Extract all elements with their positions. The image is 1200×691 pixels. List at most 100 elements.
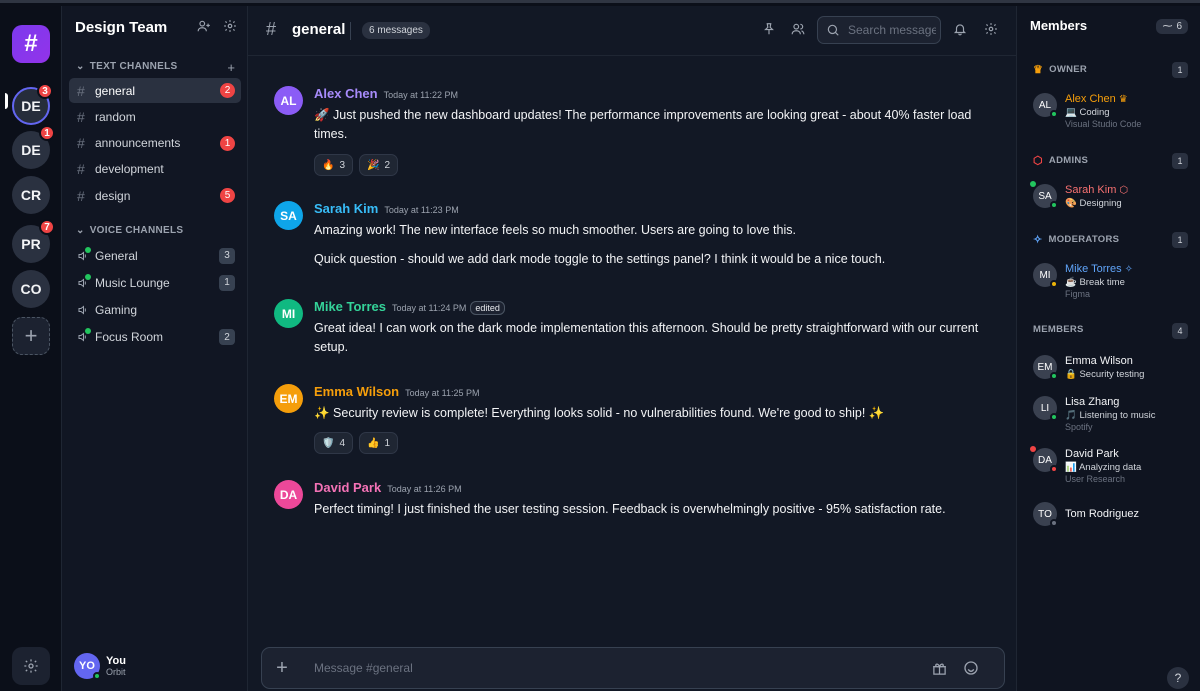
message-input[interactable]: [314, 661, 914, 675]
voice-channel-focus-room[interactable]: Focus Room 2: [69, 325, 241, 350]
gear-icon[interactable]: [984, 22, 998, 36]
voice-channel-general[interactable]: General 3: [69, 243, 241, 268]
reaction-button[interactable]: 🎉 2: [359, 154, 399, 176]
hash-icon: #: [77, 82, 85, 99]
server-rail: # DE 3 DE 1 CR PR 7 CO +: [0, 6, 62, 691]
channel-name: announcements: [95, 136, 181, 151]
member-name: David Park: [1065, 448, 1119, 460]
status-indicator: [1050, 413, 1058, 421]
message-body: ✨ Security review is complete! Everythin…: [314, 404, 994, 423]
channel-header: # general 6 messages: [248, 6, 1016, 56]
dnd-dot: [1030, 446, 1036, 452]
section-label: TEXT CHANNELS: [89, 61, 178, 72]
author-name[interactable]: David Park: [314, 480, 381, 495]
avatar[interactable]: EM: [274, 384, 303, 413]
channel-item-design[interactable]: # design 5: [69, 183, 241, 208]
timestamp: Today at 11:24 PM: [392, 303, 467, 313]
author-name[interactable]: Mike Torres: [314, 299, 386, 314]
participant-count: 2: [219, 329, 235, 346]
timestamp: Today at 11:23 PM: [384, 205, 459, 215]
active-server-indicator: [5, 93, 8, 109]
server-icon[interactable]: DE 1: [12, 125, 55, 169]
hash-icon: #: [77, 135, 85, 152]
edited-badge: edited: [470, 301, 505, 315]
pin-icon[interactable]: [762, 22, 776, 36]
message-composer[interactable]: +: [261, 647, 1005, 689]
status-indicator: [1050, 280, 1058, 288]
status-indicator: [1050, 372, 1058, 380]
search-box[interactable]: [817, 16, 941, 44]
author-line: Alex Chen Today at 11:22 PM: [314, 86, 458, 101]
add-server-button[interactable]: +: [12, 317, 50, 355]
avatar[interactable]: SA: [274, 201, 303, 230]
avatar[interactable]: AL: [274, 86, 303, 115]
voice-channel-music-lounge[interactable]: Music Lounge 1: [69, 270, 241, 295]
message-text: Quick question - should we add dark mode…: [314, 252, 886, 266]
home-logo-button[interactable]: #: [12, 25, 50, 63]
author-line: Sarah Kim Today at 11:23 PM: [314, 201, 459, 216]
add-user-icon[interactable]: [197, 19, 211, 33]
member-activity: ☕ Break time: [1065, 277, 1125, 288]
message-body: 🚀 Just pushed the new dashboard updates!…: [314, 106, 994, 144]
avatar[interactable]: MI: [274, 299, 303, 328]
author-name[interactable]: Alex Chen: [314, 86, 378, 101]
channel-item-announcements[interactable]: # announcements 1: [69, 131, 241, 156]
unread-badge: 1: [220, 135, 235, 151]
reaction-button[interactable]: 🛡️ 4: [314, 432, 354, 454]
member-name-text: Sarah Kim: [1065, 184, 1117, 196]
voice-channel-gaming[interactable]: Gaming: [69, 298, 241, 323]
server-icon[interactable]: CR: [12, 176, 50, 214]
search-input[interactable]: [848, 23, 936, 37]
add-channel-button[interactable]: +: [227, 60, 235, 75]
avatar: SA: [1030, 181, 1058, 209]
member-app: Spotify: [1065, 422, 1093, 432]
reaction-emoji: 🎉: [367, 159, 380, 171]
server-initials: DE: [21, 98, 41, 114]
shield-icon: ⬡: [1033, 155, 1043, 167]
timestamp: Today at 11:25 PM: [405, 388, 480, 398]
reaction-count: 2: [384, 159, 391, 171]
status-indicator: [1050, 201, 1058, 209]
chat-area: # general 6 messages AL Alex Chen Today at…: [248, 6, 1016, 691]
help-button[interactable]: ?: [1167, 667, 1189, 689]
channel-item-general[interactable]: # general 2: [69, 78, 241, 103]
member-name: Lisa Zhang: [1065, 396, 1119, 408]
active-dot: [85, 328, 91, 335]
author-name[interactable]: Emma Wilson: [314, 384, 399, 399]
rail-settings-button[interactable]: [12, 647, 50, 685]
hash-icon: #: [77, 161, 85, 178]
avatar: DA: [1030, 446, 1058, 473]
channel-item-random[interactable]: # random: [69, 104, 241, 129]
reaction-button[interactable]: 🔥 3: [314, 154, 354, 176]
user-panel[interactable]: YO You Orbit: [62, 641, 248, 691]
bell-icon[interactable]: [953, 22, 967, 36]
server-initials: PR: [21, 236, 41, 252]
member-group-header: ♛ OWNER: [1033, 63, 1087, 76]
reaction-bar: 🔥 3 🎉 2: [314, 154, 399, 176]
participant-count: 3: [219, 247, 235, 264]
role-icon: ⬡: [1119, 185, 1129, 196]
member-activity: 💻 Coding: [1065, 107, 1110, 118]
gift-icon[interactable]: [932, 661, 947, 676]
status-indicator: [1050, 110, 1058, 118]
emoji-icon[interactable]: [963, 660, 979, 676]
voice-channels-header[interactable]: ⌄ VOICE CHANNELS: [76, 225, 183, 236]
attach-plus-button[interactable]: +: [262, 657, 302, 680]
message-text: Amazing work! The new interface feels so…: [314, 223, 796, 237]
chevron-down-icon: ⌄: [76, 225, 85, 236]
avatar-initials: MI: [1039, 269, 1051, 281]
gear-icon[interactable]: [223, 19, 237, 33]
author-name[interactable]: Sarah Kim: [314, 201, 378, 216]
notification-badge: 3: [37, 83, 53, 99]
text-channels-header[interactable]: ⌄ TEXT CHANNELS: [76, 61, 177, 72]
avatar[interactable]: DA: [274, 480, 303, 509]
gear-icon: [24, 659, 38, 673]
server-icon[interactable]: PR 7: [12, 219, 55, 263]
team-name[interactable]: Design Team: [75, 19, 167, 36]
server-icon[interactable]: CO: [12, 270, 50, 308]
channel-name: Focus Room: [95, 330, 164, 345]
server-icon[interactable]: DE 3: [12, 83, 53, 125]
reaction-button[interactable]: 👍 1: [359, 432, 399, 454]
members-icon[interactable]: [791, 22, 805, 36]
channel-item-development[interactable]: # development: [69, 157, 241, 182]
